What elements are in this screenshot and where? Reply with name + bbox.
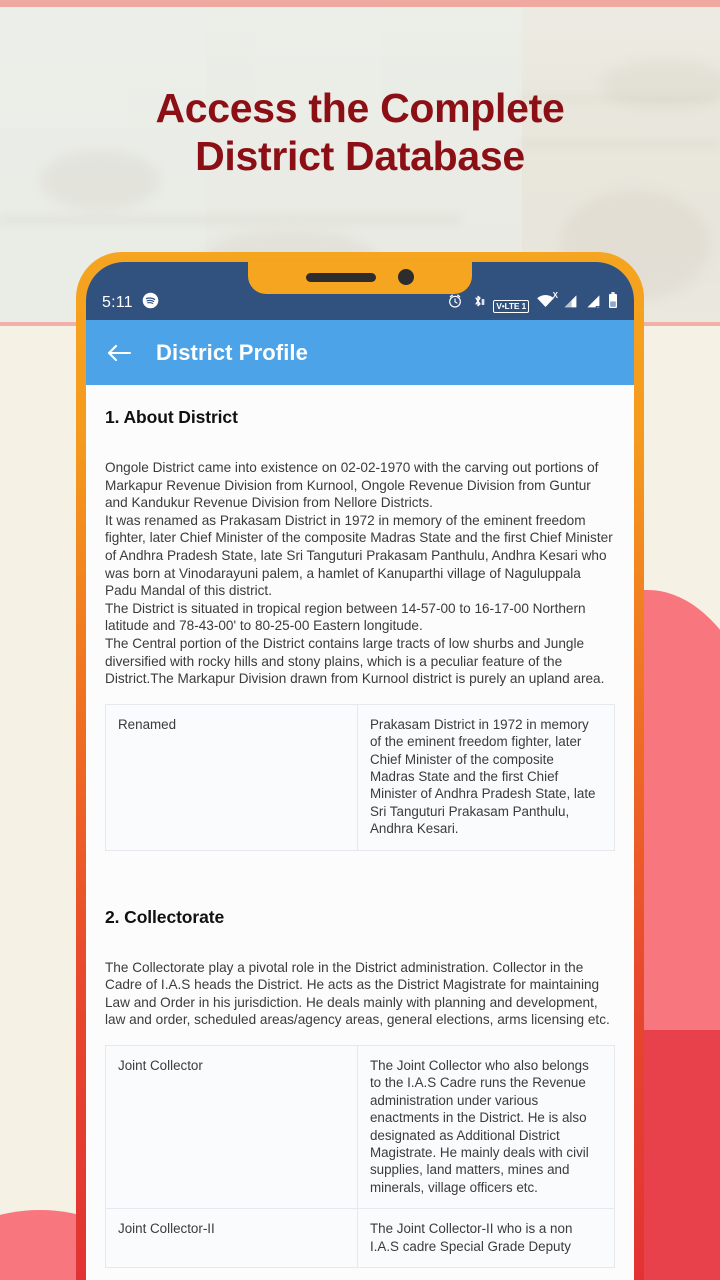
promo-page: Access the Complete District Database 5:… <box>0 0 720 1280</box>
table-row: Joint Collector-II The Joint Collector-I… <box>105 1208 616 1268</box>
table-cell-key: Joint Collector-II <box>105 1208 358 1268</box>
collectorate-table: Joint Collector The Joint Collector who … <box>105 1044 616 1268</box>
paragraph: Ongole District came into existence on 0… <box>105 460 599 511</box>
paragraph: The District is situated in tropical reg… <box>105 600 586 634</box>
status-bar: 5:11 V•LTE 1 X R <box>86 262 634 320</box>
back-button[interactable] <box>106 343 132 363</box>
wifi-x-label: X <box>552 291 558 300</box>
table-cell-key: Renamed <box>105 703 358 851</box>
hero-headline: Access the Complete District Database <box>0 84 720 180</box>
table-cell-value: Prakasam District in 1972 in memory of t… <box>356 703 616 851</box>
app-bar: District Profile <box>86 320 634 385</box>
table-row: Joint Collector The Joint Collector who … <box>105 1044 616 1210</box>
table-cell-value: The Joint Collector who also belongs to … <box>356 1044 616 1210</box>
section-heading-collectorate: 2. Collectorate <box>105 906 225 927</box>
front-camera-icon <box>398 269 414 285</box>
table-cell-key: Joint Collector <box>105 1044 358 1210</box>
section-body-about-district: Ongole District came into existence on 0… <box>105 459 615 688</box>
speaker-slot-icon <box>306 272 376 282</box>
paragraph: The Collectorate play a pivotal role in … <box>105 959 610 1028</box>
battery-icon <box>608 292 618 314</box>
status-bar-clock: 5:11 <box>102 294 133 311</box>
page-title: District Profile <box>156 339 308 365</box>
alarm-icon <box>447 293 463 314</box>
about-district-table: Renamed Prakasam District in 1972 in mem… <box>105 703 616 851</box>
profile-content[interactable]: 1. About District Ongole District came i… <box>86 385 634 1280</box>
section-body-collectorate: The Collectorate play a pivotal role in … <box>105 959 615 1029</box>
spotify-icon <box>142 292 159 314</box>
arrow-left-icon <box>107 344 132 361</box>
phone-screen: 5:11 V•LTE 1 X R District Profile 1. Abo… <box>86 262 634 1280</box>
phone-mockup: 5:11 V•LTE 1 X R District Profile 1. Abo… <box>76 252 644 1280</box>
wifi-icon: X <box>536 291 558 314</box>
headline-line-2: District Database <box>195 133 525 179</box>
phone-notch <box>248 262 472 294</box>
volte-label: V•LTE 1 <box>493 300 529 313</box>
headline-line-1: Access the Complete <box>155 85 565 131</box>
signal-r-label: R <box>595 305 601 314</box>
table-cell-value: The Joint Collector-II who is a non I.A.… <box>356 1208 616 1268</box>
table-row: Renamed Prakasam District in 1972 in mem… <box>105 703 616 851</box>
paragraph: The Central portion of the District cont… <box>105 635 605 687</box>
top-accent-band <box>0 0 720 7</box>
section-heading-about-district: 1. About District <box>105 407 238 427</box>
signal-x-icon <box>562 293 578 314</box>
bluetooth-icon <box>470 293 486 314</box>
volte-icon: V•LTE 1 <box>493 296 529 314</box>
signal-r-icon: R <box>585 293 601 314</box>
paragraph: It was renamed as Prakasam District in 1… <box>105 512 613 599</box>
